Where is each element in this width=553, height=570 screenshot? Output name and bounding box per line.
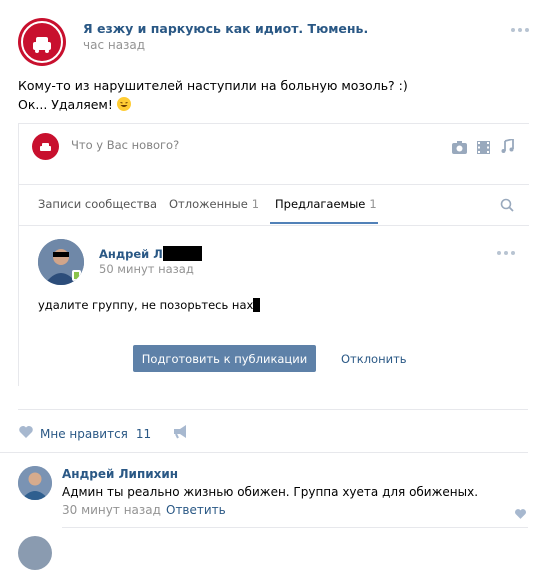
post-text-line1: Кому-то из нарушителей наступили на боль…: [18, 78, 408, 93]
post-menu-icon[interactable]: [511, 28, 529, 32]
redaction-box: [253, 298, 261, 312]
post-time[interactable]: час назад: [83, 38, 145, 52]
reject-button[interactable]: Отклонить: [341, 352, 407, 366]
next-commenter-avatar[interactable]: [18, 536, 52, 570]
group-avatar[interactable]: [18, 18, 66, 66]
tab-community-posts[interactable]: Записи сообщества: [38, 197, 157, 211]
commenter-avatar[interactable]: [18, 466, 52, 500]
like-label: Мне нравится: [40, 426, 128, 441]
tab-suggested[interactable]: Предлагаемые 1: [275, 197, 377, 211]
post-text: Кому-то из нарушителей наступили на боль…: [18, 76, 408, 114]
composer-avatar: [32, 133, 59, 160]
video-icon[interactable]: [477, 139, 492, 154]
comment-text: Админ ты реально жизнью обижен. Группа х…: [62, 485, 479, 499]
tab-label: Отложенные: [169, 197, 248, 211]
group-name-link[interactable]: Я езжу и паркуюсь как идиот. Тюмень.: [83, 21, 368, 36]
embedded-screenshot: Что у Вас нового? Записи сообщества Отло…: [18, 123, 529, 386]
camera-icon[interactable]: [452, 139, 467, 154]
suggested-menu-icon[interactable]: [497, 251, 515, 255]
like-button[interactable]: Мне нравится 11: [18, 425, 188, 442]
suggester-avatar[interactable]: [38, 239, 84, 285]
laughing-emoji-icon: [116, 97, 131, 111]
tab-count: 1: [369, 197, 377, 211]
tab-label: Записи сообщества: [38, 197, 158, 211]
suggester-name-link[interactable]: Андрей Л: [99, 246, 202, 261]
divider: [0, 452, 528, 453]
suggester-name: Андрей Л: [99, 247, 163, 261]
composer-placeholder[interactable]: Что у Вас нового?: [71, 138, 179, 152]
tabs-bar: Записи сообщества Отложенные 1 Предлагаем…: [19, 184, 529, 226]
music-icon[interactable]: [501, 137, 516, 153]
active-tab-indicator: [270, 222, 378, 224]
suggested-text: удалите группу, не позорьтесь нах: [38, 298, 261, 312]
search-icon[interactable]: [500, 197, 514, 216]
divider: [62, 527, 528, 528]
publish-button[interactable]: Подготовить к публикации: [133, 345, 316, 372]
suggested-text-content: удалите группу, не позорьтесь нах: [38, 298, 254, 312]
comment-time[interactable]: 30 минут назад: [62, 503, 161, 517]
redaction-box: [162, 246, 202, 261]
share-icon[interactable]: [173, 425, 188, 442]
reply-link[interactable]: Ответить: [166, 503, 226, 517]
post-text-line2: Ок... Удаляем!: [18, 97, 113, 112]
tab-label: Предлагаемые: [275, 197, 366, 211]
suggested-time[interactable]: 50 минут назад: [99, 262, 194, 276]
tab-count: 1: [251, 197, 260, 211]
commenter-name-link[interactable]: Андрей Липихин: [62, 467, 178, 481]
heart-icon: [18, 425, 34, 442]
divider: [18, 409, 528, 410]
comment-like-heart-icon[interactable]: [514, 505, 527, 524]
tab-postponed[interactable]: Отложенные 1: [169, 197, 259, 211]
like-count: 11: [135, 426, 152, 441]
